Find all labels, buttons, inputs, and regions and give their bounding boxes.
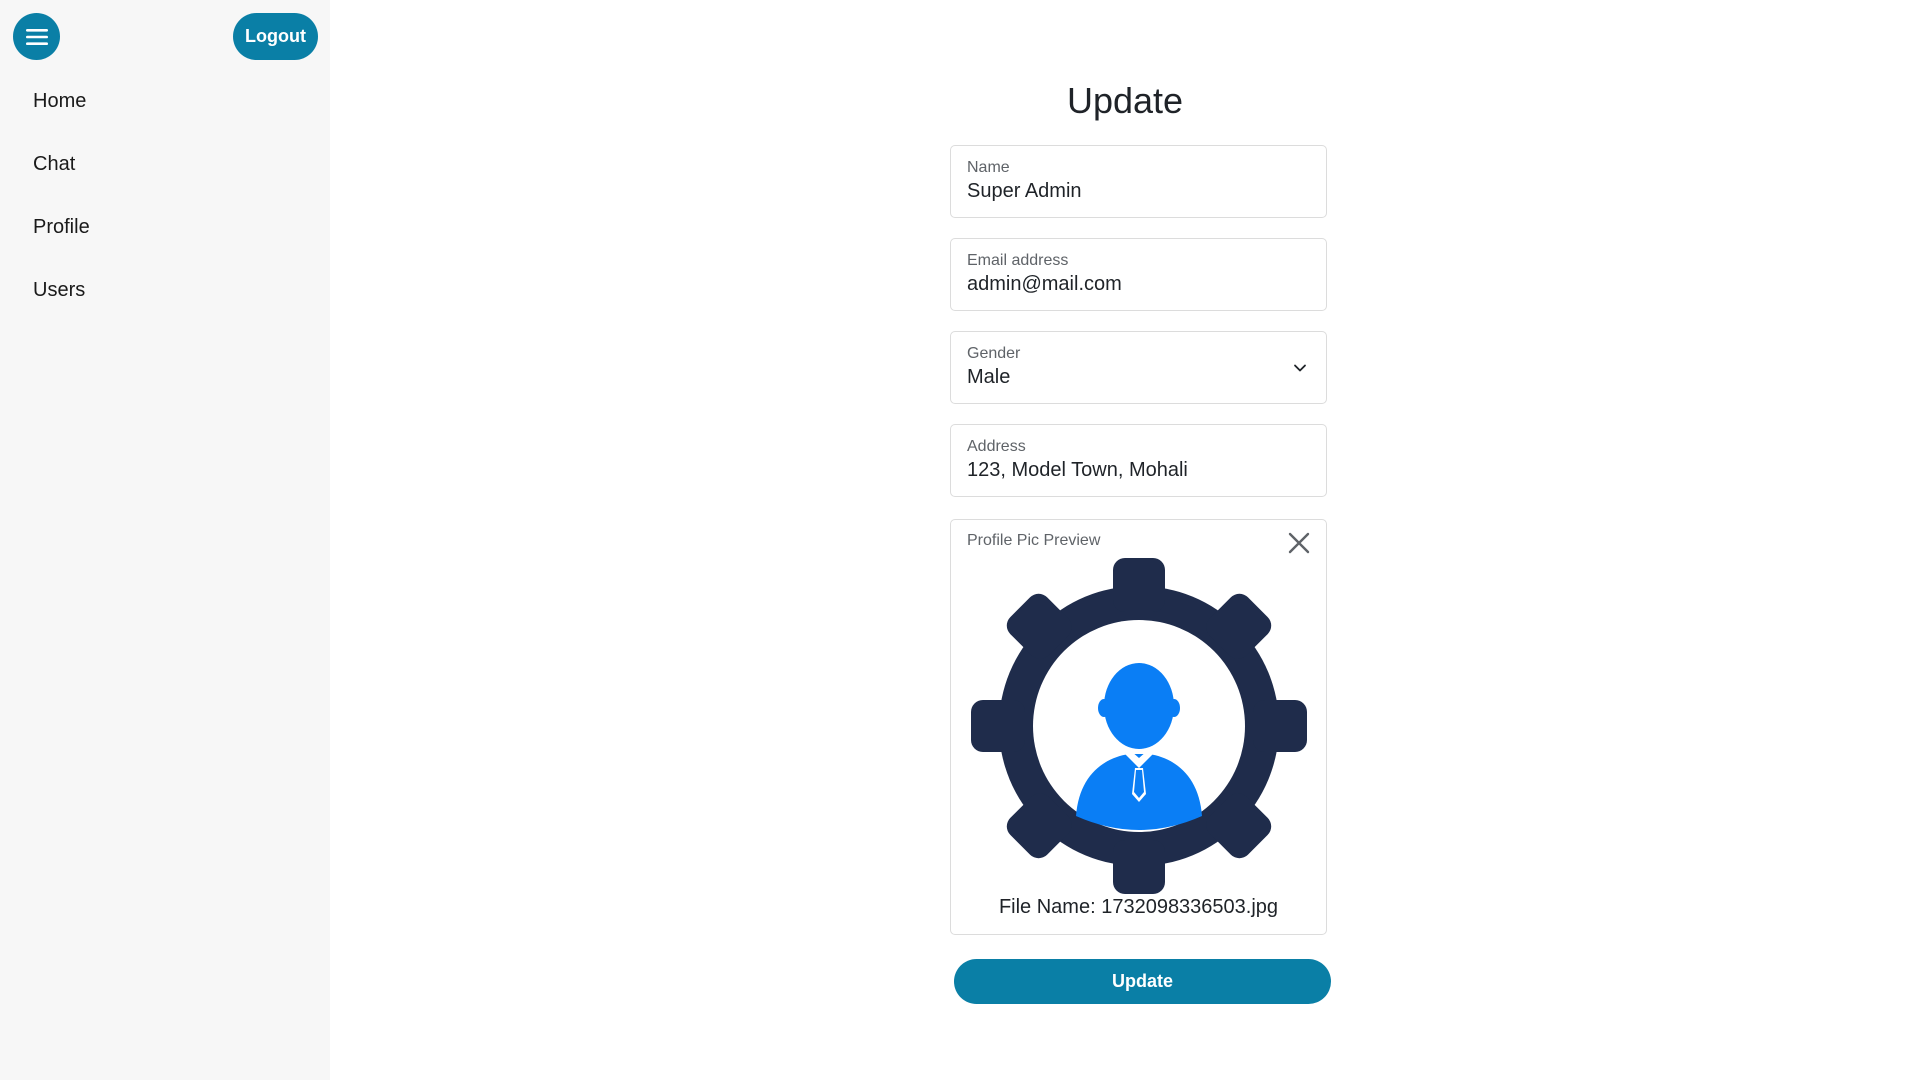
address-label: Address: [967, 438, 1026, 455]
address-input[interactable]: [967, 457, 1310, 483]
profile-avatar-image: [971, 558, 1307, 894]
page-title: Update: [1066, 80, 1184, 121]
file-name-text: File Name: 1732098336503.jpg: [998, 896, 1279, 918]
profile-pic-preview: Profile Pic Preview File Name: 173209833…: [950, 519, 1327, 935]
sidebar-item-users[interactable]: Users: [0, 265, 330, 328]
chevron-down-icon[interactable]: [1292, 360, 1308, 376]
email-field[interactable]: Email address: [950, 238, 1327, 311]
name-field[interactable]: Name: [950, 145, 1327, 218]
email-input[interactable]: [967, 271, 1310, 297]
hamburger-menu-icon[interactable]: [13, 13, 60, 60]
name-label: Name: [967, 159, 1010, 176]
sidebar: Logout Home Chat Profile Users: [0, 0, 330, 1080]
address-field[interactable]: Address: [950, 424, 1327, 497]
sidebar-item-profile[interactable]: Profile: [0, 202, 330, 265]
gear-user-icon: [971, 558, 1307, 894]
gender-select[interactable]: Gender Male: [950, 331, 1327, 404]
main-content: Update Name Email address Gender Male Ad…: [330, 0, 1920, 1080]
name-input[interactable]: [967, 178, 1310, 204]
close-icon[interactable]: [1286, 530, 1312, 556]
email-label: Email address: [967, 252, 1069, 269]
sidebar-item-home[interactable]: Home: [0, 76, 330, 139]
preview-label: Profile Pic Preview: [967, 532, 1101, 549]
logout-button[interactable]: Logout: [233, 13, 318, 60]
gender-label: Gender: [967, 345, 1021, 362]
sidebar-item-chat[interactable]: Chat: [0, 139, 330, 202]
update-button[interactable]: Update: [954, 959, 1331, 1004]
sidebar-nav: Home Chat Profile Users: [0, 76, 330, 328]
gender-value[interactable]: Male: [967, 364, 1310, 390]
